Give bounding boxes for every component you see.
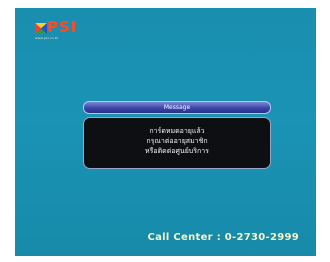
psi-logo-mark-icon	[35, 23, 47, 34]
dialog-line-3: หรือติดต่อศูนย์บริการ	[145, 147, 209, 155]
logo-text: PSI	[47, 18, 78, 36]
logo-url: www.psi.co.th	[35, 36, 59, 40]
message-dialog: Message การ์ดหมดอายุแล้ว กรุณาต่ออายุสมา…	[83, 101, 271, 169]
dialog-line-2: กรุณาต่ออายุสมาชิก	[146, 137, 208, 145]
tv-frame: PSI www.psi.co.th Message การ์ดหมดอายุแล…	[0, 0, 330, 262]
call-center-text: Call Center : 0-2730-2999	[147, 232, 299, 243]
psi-logo: PSI www.psi.co.th	[35, 18, 95, 51]
dialog-title: Message	[83, 101, 271, 114]
tv-screen: PSI www.psi.co.th Message การ์ดหมดอายุแล…	[15, 8, 316, 256]
dialog-body: การ์ดหมดอายุแล้ว กรุณาต่ออายุสมาชิก หรือ…	[83, 117, 271, 169]
dialog-line-1: การ์ดหมดอายุแล้ว	[149, 127, 205, 135]
